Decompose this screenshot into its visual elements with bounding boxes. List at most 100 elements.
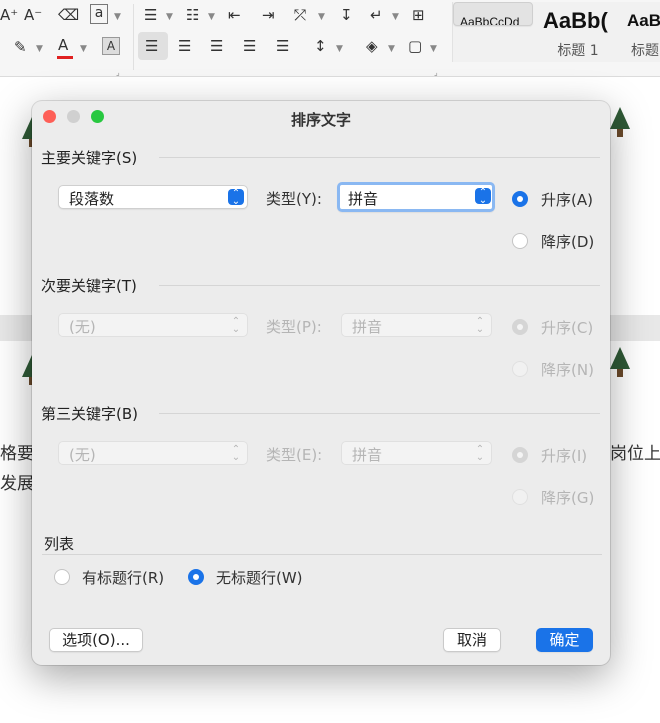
no-header-row-label[interactable]: 无标题行(W) <box>216 567 303 588</box>
align-left-icon[interactable]: ☰ <box>145 35 158 57</box>
has-header-row-label[interactable]: 有标题行(R) <box>82 567 164 588</box>
style-name: 标题 <box>631 43 659 59</box>
tertiary-ascending-label[interactable]: 升序(I) <box>541 445 587 466</box>
tertiary-descending-radio[interactable] <box>512 489 528 505</box>
tertiary-type-select[interactable]: 拼音 ⌃ ⌄ <box>341 441 492 465</box>
document-text: 发展 <box>0 474 34 494</box>
tertiary-key-value: (无) <box>69 446 96 464</box>
divider <box>159 285 600 286</box>
primary-ascending-radio[interactable] <box>512 191 528 207</box>
chevron-updown-icon: ⌃ ⌄ <box>475 316 485 335</box>
line-break-icon[interactable]: ↵ <box>370 4 383 26</box>
style-title[interactable]: AaB 标题 <box>623 2 660 62</box>
secondary-key-select[interactable]: (无) ⌃ ⌄ <box>58 313 248 337</box>
char-shading-icon[interactable]: A <box>102 37 120 55</box>
ribbon: A⁺ A⁻ ⌫ a ▼ ☰ ▼ ☷ ▼ ⇤ ⇥ ⤱ ▼ ↧ ↵ ▼ ⊞ ✎ ▼ … <box>0 0 660 77</box>
font-color-icon[interactable]: A <box>58 34 68 56</box>
borders-icon[interactable]: ▢ <box>408 35 422 57</box>
chevron-down-icon[interactable]: ▼ <box>114 6 121 28</box>
tree-decoration <box>610 347 630 377</box>
highlight-icon[interactable]: ✎ <box>14 36 27 58</box>
divider <box>42 554 602 555</box>
style-name: 标题 1 <box>557 43 599 59</box>
style-preview: AaBbCcDd <box>460 15 520 26</box>
secondary-type-select[interactable]: 拼音 ⌃ ⌄ <box>341 313 492 337</box>
chevron-down-icon[interactable]: ▼ <box>166 6 173 28</box>
chevron-down-icon[interactable]: ▼ <box>36 38 43 60</box>
style-preview: AaBb( <box>543 8 608 33</box>
chevron-down-icon[interactable]: ▼ <box>388 38 395 60</box>
show-marks-icon[interactable]: ⊞ <box>412 4 425 26</box>
line-spacing-icon[interactable]: ↕ <box>314 35 327 57</box>
secondary-ascending-radio[interactable] <box>512 319 528 335</box>
divider <box>159 157 600 158</box>
shrink-font-icon[interactable]: A⁻ <box>24 4 42 26</box>
secondary-key-heading: 次要关键字(T) <box>41 277 137 295</box>
has-header-row-radio[interactable] <box>54 569 70 585</box>
chevron-updown-icon: ⌃ ⌄ <box>475 444 485 463</box>
primary-ascending-label[interactable]: 升序(A) <box>541 189 593 210</box>
secondary-type-value: 拼音 <box>352 318 383 336</box>
options-button[interactable]: 选项(O)... <box>49 628 143 652</box>
char-border-icon[interactable]: a <box>90 4 108 24</box>
secondary-key-value: (无) <box>69 318 96 336</box>
numbering-icon[interactable]: ☷ <box>186 4 199 26</box>
grow-font-icon[interactable]: A⁺ <box>0 4 18 26</box>
dialog-title: 排序文字 <box>290 111 351 129</box>
bullets-icon[interactable]: ☰ <box>144 4 157 26</box>
secondary-descending-label[interactable]: 降序(N) <box>541 359 594 380</box>
chevron-updown-icon: ⌃ ⌄ <box>228 189 244 207</box>
cancel-button[interactable]: 取消 <box>443 628 501 652</box>
tertiary-descending-label[interactable]: 降序(G) <box>541 487 594 508</box>
chevron-down-icon[interactable]: ▼ <box>336 38 343 60</box>
outdent-icon[interactable]: ⇤ <box>228 4 241 26</box>
distribute-icon[interactable]: ☰ <box>276 35 289 57</box>
tertiary-key-select[interactable]: (无) ⌃ ⌄ <box>58 441 248 465</box>
align-center-icon[interactable]: ☰ <box>178 35 191 57</box>
tree-decoration <box>610 107 630 137</box>
chinese-layout-icon[interactable]: ⤱ <box>294 4 306 26</box>
chevron-down-icon[interactable]: ▼ <box>392 6 399 28</box>
document-text: 岗位上 <box>610 444 660 464</box>
list-heading: 列表 <box>44 535 75 553</box>
chevron-updown-icon: ⌃ ⌄ <box>231 316 241 335</box>
indent-icon[interactable]: ⇥ <box>262 4 275 26</box>
sort-text-dialog: 排序文字 主要关键字(S) 段落数 ⌃ ⌄ 类型(Y): 拼音 ⌃ ⌄ 升序(A) … <box>32 101 610 665</box>
primary-type-label: 类型(Y): <box>266 190 322 208</box>
font-color-bar <box>57 56 73 59</box>
shading-icon[interactable]: ◈ <box>366 35 378 57</box>
justify-icon[interactable]: ☰ <box>243 35 256 57</box>
style-gallery: AaBbCcDd 正文 AaBb( 标题 1 AaB 标题 <box>452 2 660 62</box>
tertiary-key-heading: 第三关键字(B) <box>41 405 138 423</box>
document-text: 格要 <box>0 444 34 464</box>
style-normal[interactable]: AaBbCcDd 正文 <box>453 2 533 26</box>
secondary-type-label: 类型(P): <box>266 318 322 336</box>
clear-format-icon[interactable]: ⌫ <box>58 4 79 26</box>
chevron-down-icon[interactable]: ▼ <box>80 38 87 60</box>
secondary-ascending-label[interactable]: 升序(C) <box>541 317 593 338</box>
chevron-down-icon[interactable]: ▼ <box>430 38 437 60</box>
ok-button[interactable]: 确定 <box>536 628 593 652</box>
primary-key-value: 段落数 <box>69 190 115 208</box>
chevron-down-icon[interactable]: ▼ <box>208 6 215 28</box>
primary-type-select[interactable]: 拼音 ⌃ ⌄ <box>337 182 495 212</box>
primary-key-select[interactable]: 段落数 ⌃ ⌄ <box>58 185 248 209</box>
tertiary-type-label: 类型(E): <box>266 446 323 464</box>
tertiary-type-value: 拼音 <box>352 446 383 464</box>
divider <box>133 4 134 70</box>
primary-type-value: 拼音 <box>348 190 379 208</box>
divider <box>159 413 600 414</box>
no-header-row-radio[interactable] <box>188 569 204 585</box>
style-preview: AaB <box>627 11 660 30</box>
tertiary-ascending-radio[interactable] <box>512 447 528 463</box>
secondary-descending-radio[interactable] <box>512 361 528 377</box>
chevron-down-icon[interactable]: ▼ <box>318 6 325 28</box>
chevron-updown-icon: ⌃ ⌄ <box>231 444 241 463</box>
primary-descending-label[interactable]: 降序(D) <box>541 231 594 252</box>
primary-descending-radio[interactable] <box>512 233 528 249</box>
primary-key-heading: 主要关键字(S) <box>41 149 138 167</box>
align-right-icon[interactable]: ☰ <box>210 35 223 57</box>
chevron-updown-icon: ⌃ ⌄ <box>475 188 491 206</box>
style-heading-1[interactable]: AaBb( 标题 1 <box>537 2 619 62</box>
sort-icon[interactable]: ↧ <box>340 4 353 26</box>
